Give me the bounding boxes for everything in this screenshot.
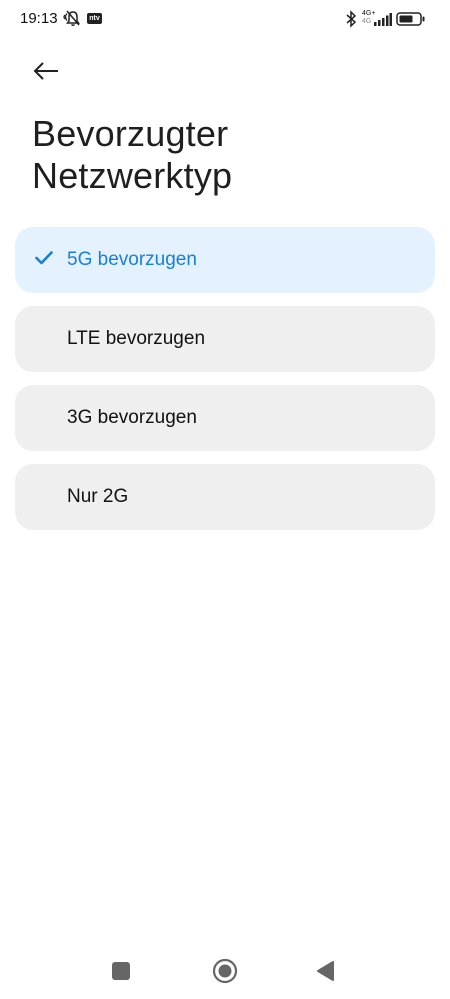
triangle-icon <box>317 961 334 981</box>
ntv-app-icon: ntv <box>87 13 102 24</box>
circle-icon <box>212 958 238 984</box>
battery-icon <box>396 12 426 31</box>
bluetooth-icon <box>345 10 357 33</box>
signal-strength-icon <box>374 13 392 31</box>
option-label: 5G bevorzugen <box>67 249 197 270</box>
page-title: Bevorzugter Netzwerktyp <box>32 113 412 197</box>
nav-back-button[interactable] <box>316 960 336 987</box>
option-2g-only[interactable]: Nur 2G <box>15 464 435 530</box>
back-button[interactable] <box>26 56 66 86</box>
option-label: Nur 2G <box>67 486 129 507</box>
page-title-line2: Netzwerktyp <box>32 155 233 196</box>
option-label: LTE bevorzugen <box>67 328 206 349</box>
recents-button[interactable] <box>112 962 130 980</box>
status-bar: 19:13 ntv 4G+ 4G <box>0 0 450 40</box>
screen: 19:13 ntv 4G+ 4G Bevorzugter Netzwerktyp… <box>0 0 450 999</box>
option-label: 3G bevorzugen <box>67 407 197 428</box>
option-lte[interactable]: LTE bevorzugen <box>15 306 435 372</box>
network-type-options: 5G bevorzugen LTE bevorzugen 3G bevorzug… <box>15 227 435 543</box>
option-5g[interactable]: 5G bevorzugen <box>15 227 435 293</box>
page-title-line1: Bevorzugter <box>32 113 229 154</box>
option-3g[interactable]: 3G bevorzugen <box>15 385 435 451</box>
arrow-left-icon <box>33 62 58 80</box>
check-icon <box>35 251 53 265</box>
status-time: 19:13 <box>20 10 58 27</box>
home-button[interactable] <box>212 958 238 989</box>
muted-notification-icon <box>61 9 83 32</box>
